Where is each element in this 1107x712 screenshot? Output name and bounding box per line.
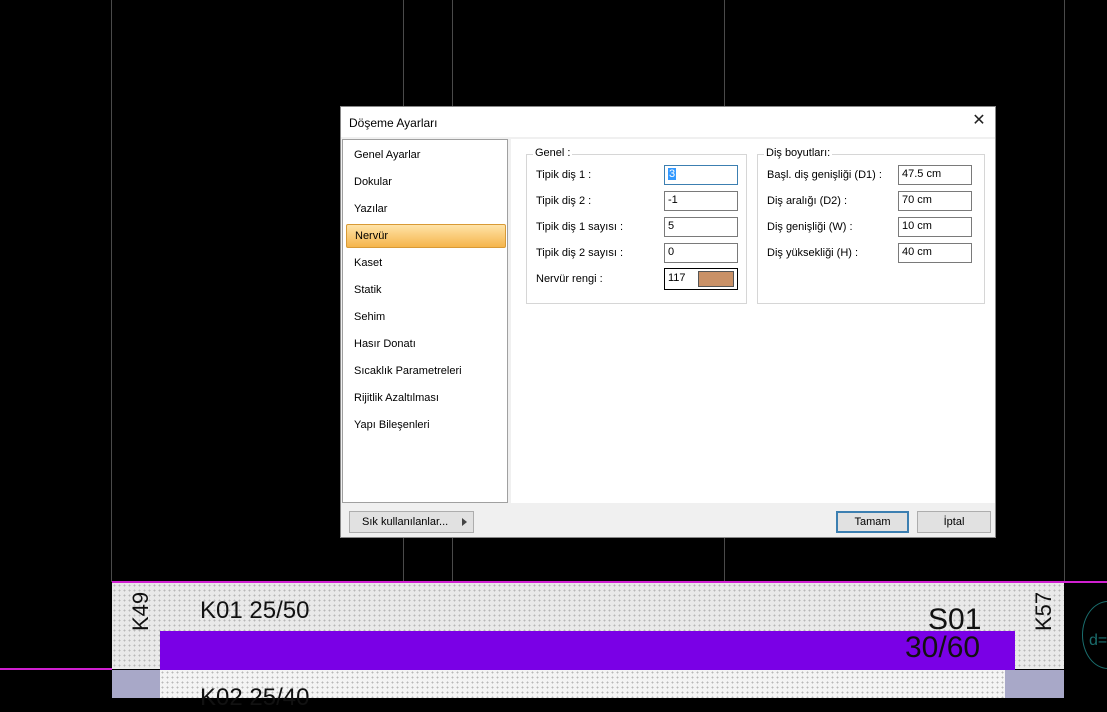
grid-line: [724, 538, 725, 582]
dialog-title: Döşeme Ayarları: [349, 116, 438, 130]
close-icon[interactable]: ✕: [969, 111, 989, 131]
grid-line: [1064, 0, 1065, 582]
grid-line: [111, 0, 112, 582]
axis-circle-text: d=: [1089, 632, 1107, 649]
tipik-dis-2-sayisi-input[interactable]: 0: [664, 243, 738, 263]
grid-line: [452, 0, 453, 106]
slab-border-right: [1064, 581, 1107, 583]
w-input[interactable]: 10 cm: [898, 217, 972, 237]
cancel-button[interactable]: İptal: [917, 511, 991, 533]
w-label: Diş genişliği (W) :: [767, 221, 853, 233]
sidebar-item-sehim[interactable]: Sehim: [346, 306, 506, 328]
nervur-rengi-picker[interactable]: 117: [664, 268, 738, 290]
group-genel-title: Genel :: [533, 147, 573, 159]
grid-line: [403, 0, 404, 106]
d2-label: Diş aralığı (D2) :: [767, 195, 848, 207]
favorites-button[interactable]: Sık kullanılanlar...: [349, 511, 474, 533]
tipik-dis-1-label: Tipik diş 1 :: [536, 169, 592, 181]
sidebar-item-sicaklik[interactable]: Sıcaklık Parametreleri: [346, 360, 506, 382]
beam-label-top: K01 25/50: [200, 597, 310, 624]
slab-settings-dialog: Döşeme Ayarları ✕ Genel Ayarlar Dokular …: [340, 106, 996, 538]
group-dis-boyutlari: Diş boyutları: Başl. diş genişliği (D1) …: [757, 147, 985, 304]
column-block: [112, 670, 160, 698]
nervur-rengi-value: 117: [668, 272, 686, 284]
grid-line: [403, 538, 404, 582]
settings-content: Genel : Tipik diş 1 : 3 Tipik diş 2 : -1…: [511, 139, 995, 503]
h-label: Diş yüksekliği (H) :: [767, 247, 859, 259]
group-dis-boyutlari-title: Diş boyutları:: [764, 147, 833, 159]
group-genel: Genel : Tipik diş 1 : 3 Tipik diş 2 : -1…: [526, 147, 747, 304]
tipik-dis-1-sayisi-label: Tipik diş 1 sayısı :: [536, 221, 624, 233]
sidebar-item-rijitlik[interactable]: Rijitlik Azaltılması: [346, 387, 506, 409]
column-label-left: K49: [128, 591, 153, 631]
dialog-titlebar[interactable]: Döşeme Ayarları ✕: [341, 107, 995, 137]
nervur-rengi-label: Nervür rengi :: [536, 273, 603, 285]
favorites-label: Sık kullanılanlar...: [362, 516, 449, 528]
nervur-color-swatch: [698, 271, 734, 287]
h-input[interactable]: 40 cm: [898, 243, 972, 263]
beam-label-bottom: K02 25/40: [200, 684, 310, 711]
column-block: [1005, 670, 1064, 698]
sidebar-item-hasir-donati[interactable]: Hasır Donatı: [346, 333, 506, 355]
d1-label: Başl. diş genişliği (D1) :: [767, 169, 882, 181]
slab-border-top: [112, 581, 1064, 583]
sidebar-item-kaset[interactable]: Kaset: [346, 252, 506, 274]
column-label-right: K57: [1031, 591, 1056, 631]
sidebar-item-statik[interactable]: Statik: [346, 279, 506, 301]
settings-sidebar: Genel Ayarlar Dokular Yazılar Nervür Kas…: [342, 139, 508, 503]
tipik-dis-2-sayisi-label: Tipik diş 2 sayısı :: [536, 247, 624, 259]
tipik-dis-1-sayisi-input[interactable]: 5: [664, 217, 738, 237]
chevron-right-icon: [462, 518, 467, 526]
sidebar-item-yapi-bilesenleri[interactable]: Yapı Bileşenleri: [346, 414, 506, 436]
grid-line: [724, 0, 725, 106]
sidebar-item-genel-ayarlar[interactable]: Genel Ayarlar: [346, 144, 506, 166]
slab-border-bottom: [0, 668, 112, 670]
tipik-dis-2-input[interactable]: -1: [664, 191, 738, 211]
ok-button[interactable]: Tamam: [836, 511, 909, 533]
d1-input[interactable]: 47.5 cm: [898, 165, 972, 185]
d2-input[interactable]: 70 cm: [898, 191, 972, 211]
sidebar-item-yazilar[interactable]: Yazılar: [346, 198, 506, 220]
grid-line: [452, 538, 453, 582]
tipik-dis-1-input[interactable]: 3: [664, 165, 738, 185]
sidebar-item-dokular[interactable]: Dokular: [346, 171, 506, 193]
beam[interactable]: [160, 631, 1015, 670]
tipik-dis-2-label: Tipik diş 2 :: [536, 195, 592, 207]
slab-size-label: 30/60: [905, 631, 981, 664]
sidebar-item-nervur[interactable]: Nervür: [346, 224, 506, 248]
